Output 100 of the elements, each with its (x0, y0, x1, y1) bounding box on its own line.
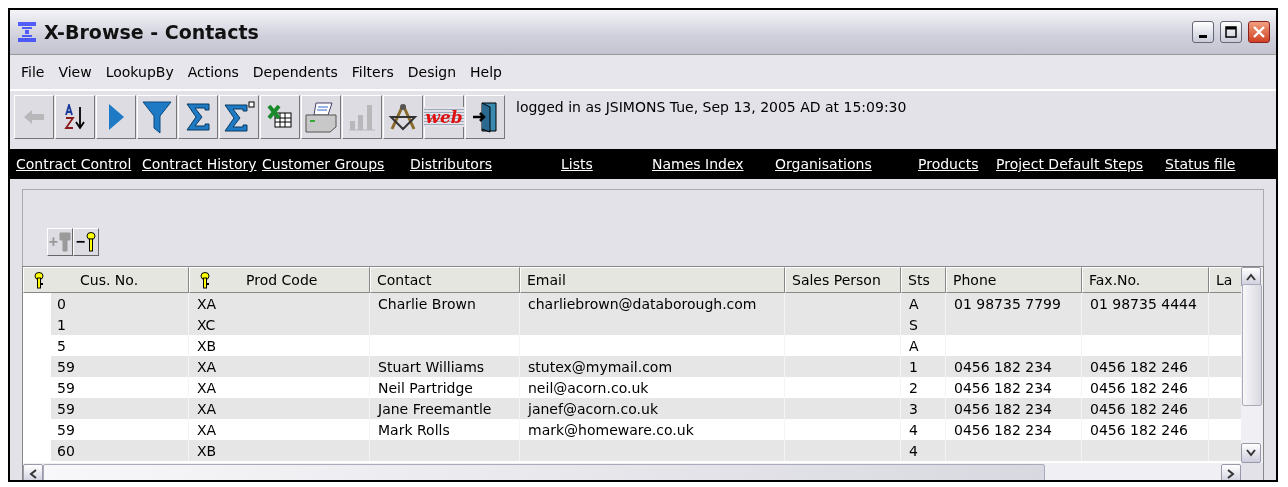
table-cell: 0456 182 246 (1090, 421, 1188, 438)
table-row[interactable]: 59 XA Stuart Williams stutex@mymail.com 1 0456 182 234 0456 182 246 (23, 356, 1241, 377)
table-row[interactable]: 0 XA Charlie Brown charliebrown@databorough.com A 01 98735 7799 01 98735 4444 (23, 293, 1241, 314)
table-cell: Charlie Brown (378, 295, 476, 312)
table-cell: 01 98735 7799 (954, 295, 1061, 312)
nav-link[interactable]: Names Index (652, 156, 744, 172)
play-icon (107, 103, 125, 131)
table-cell: 01 98735 4444 (1090, 295, 1197, 312)
toolbar-button[interactable] (219, 95, 259, 139)
scroll-right-button[interactable] (1221, 464, 1241, 480)
table-cell: 0456 182 234 (954, 379, 1052, 396)
table-cell: 0456 182 234 (954, 400, 1052, 417)
menu-item[interactable]: LookupBy (98, 64, 181, 80)
column-header[interactable]: Email (520, 267, 785, 293)
table-cell: janef@acorn.co.uk (528, 400, 658, 417)
table-cell: 3 (909, 400, 918, 417)
table-cell: 1 (909, 358, 918, 375)
menu-item[interactable]: Help (463, 64, 509, 80)
minimize-button[interactable] (1192, 21, 1214, 43)
key-icon (59, 232, 72, 252)
close-button[interactable] (1248, 21, 1270, 43)
horizontal-scrollbar[interactable] (23, 463, 1241, 480)
column-header[interactable]: Fax.No. (1082, 267, 1209, 293)
window-title: X-Browse - Contacts (44, 21, 260, 43)
scroll-up-button[interactable] (1241, 267, 1261, 287)
sigma-icon (185, 102, 211, 132)
column-header[interactable]: Cus. No. (23, 267, 189, 293)
scroll-down-button[interactable] (1241, 443, 1261, 463)
column-header[interactable]: Contact (370, 267, 520, 293)
menu-item[interactable]: Design (400, 64, 464, 80)
table-cell: A (909, 295, 919, 312)
nav-link[interactable]: Contract Control (16, 156, 132, 172)
table-cell: 59 (57, 421, 75, 438)
table-cell: S (909, 316, 918, 333)
sigma-icon (223, 101, 255, 133)
nav-link[interactable]: Organisations (775, 156, 872, 172)
remove-key-button[interactable]: − (73, 228, 99, 256)
scroll-thumb[interactable] (43, 464, 1045, 480)
toolbar-button[interactable] (137, 95, 177, 139)
scroll-left-button[interactable] (23, 464, 43, 480)
table-row[interactable]: 1 XC S (23, 314, 1241, 335)
menu-item[interactable]: View (51, 64, 99, 80)
toolbar-button[interactable] (383, 95, 423, 139)
table-cell: XA (197, 295, 217, 312)
toolbar-button[interactable] (55, 95, 95, 139)
table-cell: Mark Rolls (378, 421, 450, 438)
table-cell: Neil Partridge (378, 379, 473, 396)
column-header[interactable]: Sts (901, 267, 946, 293)
nav-link[interactable]: Lists (561, 156, 593, 172)
column-header[interactable]: Phone (946, 267, 1082, 293)
scroll-thumb[interactable] (1242, 284, 1262, 406)
chevron-up-icon (1246, 273, 1256, 281)
app-logo-icon (16, 21, 38, 43)
table-cell: XA (197, 400, 217, 417)
table-cell: XA (197, 379, 217, 396)
table-cell: 59 (57, 358, 75, 375)
nav-link[interactable]: Project Default Steps (996, 156, 1144, 172)
key-icon (86, 232, 97, 252)
chevron-left-icon (29, 469, 37, 479)
chevron-right-icon (1227, 469, 1235, 479)
table-row[interactable]: 59 XA Jane Freemantle janef@acorn.co.uk 3 0456 182 234 0456 182 246 (23, 398, 1241, 419)
column-header[interactable]: Sales Person (785, 267, 901, 293)
table-cell: charliebrown@databorough.com (528, 295, 757, 312)
toolbar-button[interactable] (178, 95, 218, 139)
table-cell: 59 (57, 379, 75, 396)
table-cell: 2 (909, 379, 918, 396)
table-row[interactable]: 60 XB 4 (23, 440, 1241, 461)
table-cell: Jane Freemantle (378, 400, 492, 417)
login-status: logged in as JSIMONS Tue, Sep 13, 2005 AD at 15:09:30 (515, 98, 907, 115)
bar-chart-icon (348, 103, 376, 131)
menu-item[interactable]: File (14, 64, 52, 80)
table-cell: 0 (57, 295, 66, 312)
spreadsheet-icon (267, 104, 293, 130)
compass-icon (388, 103, 418, 131)
table-cell: 0456 182 234 (954, 358, 1052, 375)
table-cell: 4 (909, 442, 918, 459)
column-header[interactable]: Prod Code (189, 267, 370, 293)
table-cell: neil@acorn.co.uk (528, 379, 649, 396)
chevron-down-icon (1246, 449, 1256, 457)
nav-link[interactable]: Contract History (142, 156, 257, 172)
table-cell: 59 (57, 400, 75, 417)
toolbar-button[interactable] (465, 95, 505, 139)
table-cell: XA (197, 358, 217, 375)
vertical-scrollbar[interactable] (1241, 267, 1263, 463)
maximize-button[interactable] (1220, 21, 1242, 43)
menu-item[interactable]: Dependents (245, 64, 345, 80)
nav-link[interactable]: Products (918, 156, 979, 172)
column-header[interactable]: La (1209, 267, 1241, 293)
nav-link[interactable]: Status file (1165, 156, 1236, 172)
table-cell: 0456 182 246 (1090, 358, 1188, 375)
exit-door-icon (472, 101, 498, 133)
nav-link[interactable]: Customer Groups (262, 156, 385, 172)
web-button[interactable]: web (424, 95, 464, 139)
minimize-icon (1199, 34, 1207, 38)
nav-link[interactable]: Distributors (410, 156, 492, 172)
table-cell: 5 (57, 337, 66, 354)
menu-item[interactable]: Actions (180, 64, 246, 80)
table-cell: A (909, 337, 919, 354)
table-cell: 0456 182 234 (954, 421, 1052, 438)
menu-item[interactable]: Filters (344, 64, 401, 80)
